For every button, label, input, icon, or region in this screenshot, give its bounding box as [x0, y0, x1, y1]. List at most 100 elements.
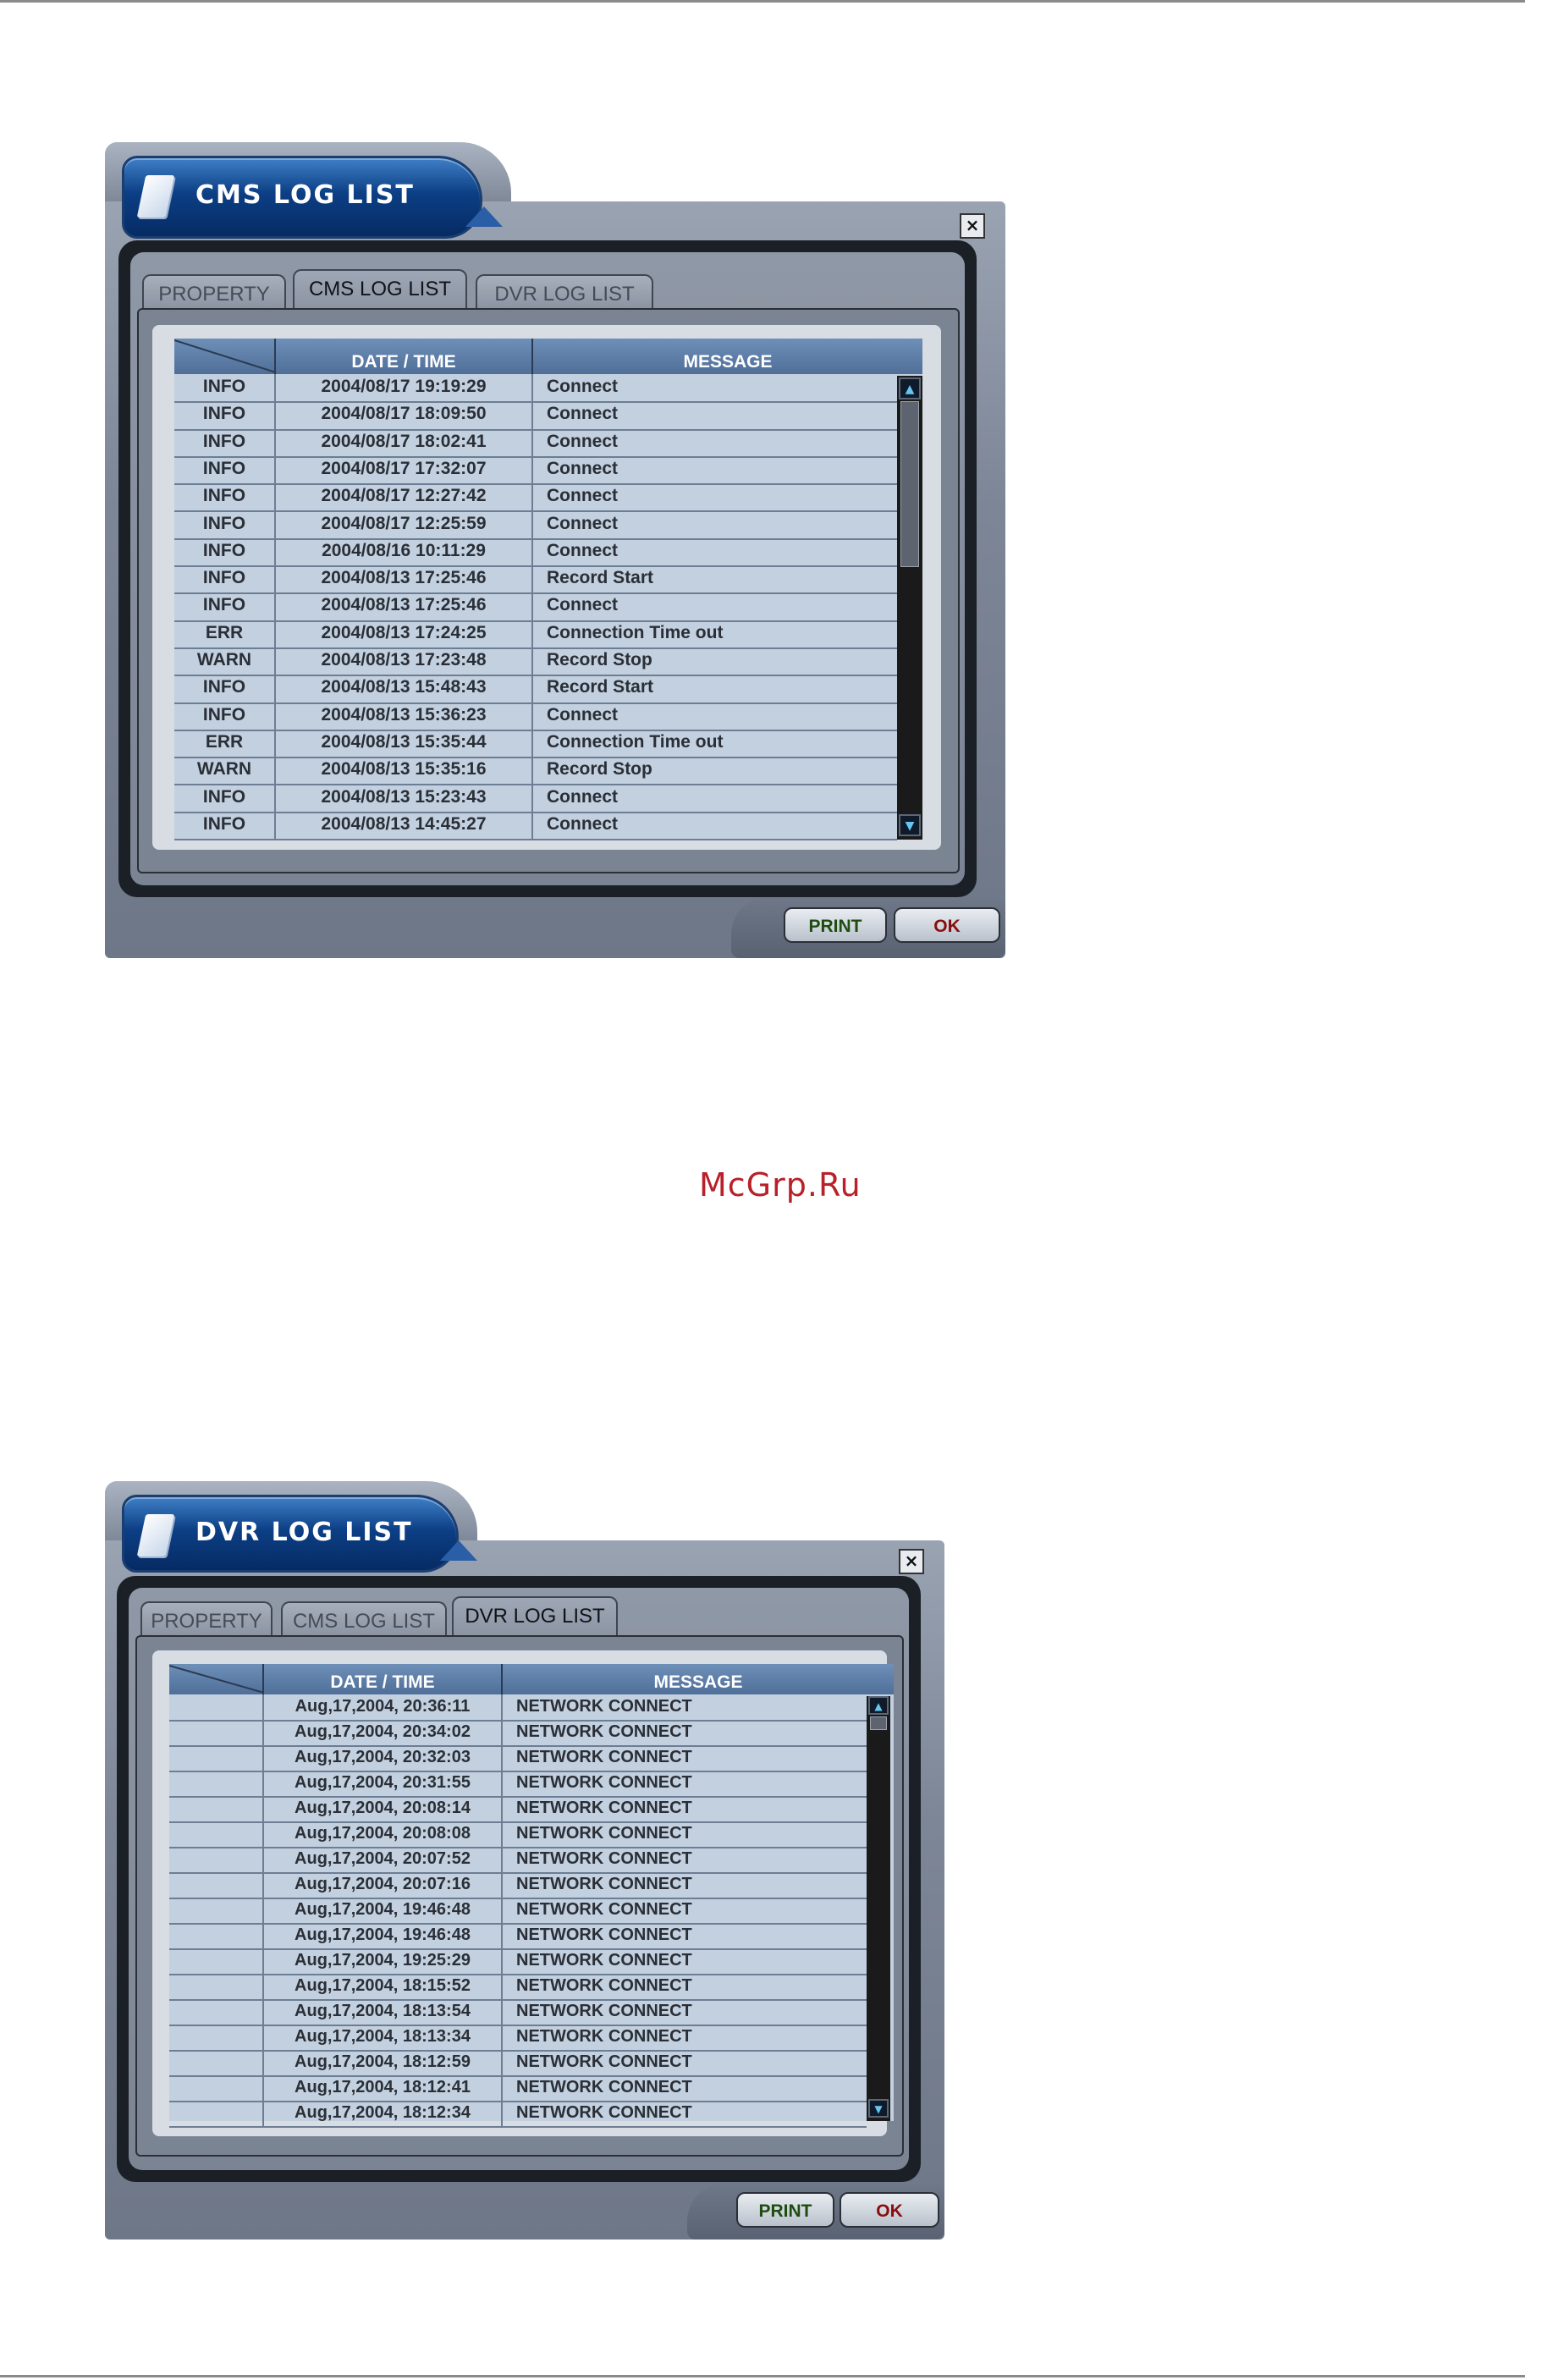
table-row[interactable]: WARN 2004/08/13 17:23:48 Record Stop [174, 647, 897, 677]
table-row[interactable]: INFO 2004/08/13 15:48:43 Record Start [174, 675, 897, 704]
table-row[interactable]: Aug,17,2004, 20:36:11 NETWORK CONNECT [169, 1694, 867, 1722]
table-row[interactable]: ERR 2004/08/13 17:24:25 Connection Time ou… [174, 620, 897, 649]
window-title: DVR LOG LIST [195, 1518, 413, 1547]
table-row[interactable]: Aug,17,2004, 20:07:16 NETWORK CONNECT [169, 1872, 867, 1899]
table-row[interactable]: Aug,17,2004, 18:12:34 NETWORK CONNECT [169, 2101, 867, 2128]
level-cell: INFO [174, 374, 276, 402]
message-cell: Connect [547, 513, 618, 533]
title-arrow-icon [465, 207, 503, 227]
table-row[interactable]: INFO 2004/08/13 15:23:43 Connect [174, 784, 897, 813]
table-row[interactable]: Aug,17,2004, 18:12:41 NETWORK CONNECT [169, 2075, 867, 2102]
table-header: DATE / TIME MESSAGE [174, 339, 922, 374]
table-row[interactable]: INFO 2004/08/13 14:45:27 Connect [174, 811, 897, 841]
message-cell: Connect [547, 431, 618, 451]
level-cell: INFO [174, 455, 276, 484]
scroll-down-button[interactable]: ▼ [899, 814, 921, 836]
message-cell: Connect [547, 595, 618, 615]
table-row[interactable]: Aug,17,2004, 18:15:52 NETWORK CONNECT [169, 1974, 867, 2001]
ok-button[interactable]: OK [894, 907, 1000, 943]
level-cell: ERR [174, 729, 276, 758]
table-row[interactable]: ERR 2004/08/13 15:35:44 Connection Time ou… [174, 729, 897, 759]
datetime-cell: 2004/08/13 17:25:46 [276, 592, 533, 620]
tab-property[interactable]: PROPERTY [140, 1601, 273, 1637]
datetime-cell: Aug,17,2004, 20:07:52 [264, 1847, 503, 1872]
message-cell: NETWORK CONNECT [516, 1976, 692, 1995]
level-cell [169, 1821, 264, 1847]
datetime-cell: Aug,17,2004, 18:12:59 [264, 2050, 503, 2075]
close-button[interactable]: × [899, 1549, 924, 1574]
table-row[interactable]: Aug,17,2004, 20:34:02 NETWORK CONNECT [169, 1720, 867, 1747]
datetime-cell: Aug,17,2004, 18:12:34 [264, 2101, 503, 2126]
table-row[interactable]: INFO 2004/08/17 12:27:42 Connect [174, 483, 897, 513]
log-table: DATE / TIME MESSAGE INFO 2004/08/17 19:19… [174, 339, 922, 841]
tab-dvr-log-list[interactable]: DVR LOG LIST [452, 1596, 618, 1637]
window-title: CMS LOG LIST [195, 180, 415, 210]
message-cell: Connection Time out [547, 731, 724, 752]
message-cell: NETWORK CONNECT [516, 2052, 692, 2071]
tab-dvr-log-list[interactable]: DVR LOG LIST [476, 274, 653, 310]
table-row[interactable]: Aug,17,2004, 20:31:55 NETWORK CONNECT [169, 1771, 867, 1798]
watermark-text: McGrp.Ru [699, 1166, 862, 1204]
level-cell [169, 1847, 264, 1872]
level-cell: INFO [174, 784, 276, 812]
level-cell: INFO [174, 510, 276, 538]
table-row[interactable]: INFO 2004/08/13 17:25:46 Connect [174, 592, 897, 622]
datetime-cell: 2004/08/13 15:36:23 [276, 702, 533, 730]
tab-cms-log-list[interactable]: CMS LOG LIST [293, 269, 467, 310]
print-button[interactable]: PRINT [784, 907, 887, 943]
table-row[interactable]: Aug,17,2004, 20:08:14 NETWORK CONNECT [169, 1796, 867, 1823]
table-row[interactable]: INFO 2004/08/17 17:32:07 Connect [174, 455, 897, 486]
message-cell: Connect [547, 786, 618, 807]
table-row[interactable]: INFO 2004/08/17 19:19:29 Connect [174, 374, 897, 404]
message-cell: NETWORK CONNECT [516, 1849, 692, 1868]
level-cell: INFO [174, 565, 276, 593]
datetime-cell: 2004/08/17 18:02:41 [276, 428, 533, 456]
ok-button[interactable]: OK [840, 2192, 939, 2228]
datetime-cell: Aug,17,2004, 18:12:41 [264, 2075, 503, 2101]
datetime-cell: Aug,17,2004, 20:34:02 [264, 1720, 503, 1745]
scrollbar-thumb[interactable] [900, 401, 919, 567]
print-button[interactable]: PRINT [736, 2192, 834, 2228]
table-row[interactable]: Aug,17,2004, 19:46:48 NETWORK CONNECT [169, 1898, 867, 1925]
message-cell: Connection Time out [547, 622, 724, 642]
table-row[interactable]: Aug,17,2004, 19:46:48 NETWORK CONNECT [169, 1923, 867, 1950]
message-cell: Record Stop [547, 759, 652, 780]
message-cell: NETWORK CONNECT [516, 1875, 692, 1893]
table-row[interactable]: Aug,17,2004, 20:07:52 NETWORK CONNECT [169, 1847, 867, 1874]
datetime-cell: 2004/08/13 17:23:48 [276, 647, 533, 675]
table-row[interactable]: INFO 2004/08/13 15:36:23 Connect [174, 702, 897, 731]
tab-cms-log-list[interactable]: CMS LOG LIST [281, 1601, 447, 1637]
table-row[interactable]: Aug,17,2004, 20:32:03 NETWORK CONNECT [169, 1745, 867, 1772]
datetime-cell: 2004/08/17 12:27:42 [276, 483, 533, 511]
table-row[interactable]: INFO 2004/08/17 18:02:41 Connect [174, 428, 897, 458]
table-row[interactable]: Aug,17,2004, 18:13:34 NETWORK CONNECT [169, 2025, 867, 2052]
table-row[interactable]: Aug,17,2004, 19:25:29 NETWORK CONNECT [169, 1948, 867, 1975]
scrollbar[interactable] [867, 1696, 890, 2121]
close-button[interactable]: × [960, 213, 985, 239]
datetime-cell: 2004/08/17 18:09:50 [276, 401, 533, 429]
datetime-cell: Aug,17,2004, 19:46:48 [264, 1898, 503, 1923]
table-row[interactable]: INFO 2004/08/13 17:25:46 Record Start [174, 565, 897, 595]
tab-property[interactable]: PROPERTY [142, 274, 286, 310]
table-row[interactable]: Aug,17,2004, 18:12:59 NETWORK CONNECT [169, 2050, 867, 2077]
table-row[interactable]: INFO 2004/08/17 18:09:50 Connect [174, 401, 897, 431]
message-cell: Record Start [547, 568, 654, 588]
message-cell: NETWORK CONNECT [516, 1799, 692, 1817]
level-cell [169, 1923, 264, 1948]
scroll-up-button[interactable]: ▲ [868, 1696, 889, 1715]
scroll-down-button[interactable]: ▼ [868, 2099, 889, 2118]
table-row[interactable]: INFO 2004/08/16 10:11:29 Connect [174, 537, 897, 568]
table-row[interactable]: WARN 2004/08/13 15:35:16 Record Stop [174, 757, 897, 786]
table-row[interactable]: INFO 2004/08/17 12:25:59 Connect [174, 510, 897, 540]
message-cell: NETWORK CONNECT [516, 1722, 692, 1741]
message-cell: NETWORK CONNECT [516, 1925, 692, 1944]
table-row[interactable]: Aug,17,2004, 18:13:54 NETWORK CONNECT [169, 1999, 867, 2026]
level-cell: ERR [174, 620, 276, 647]
scroll-up-button[interactable]: ▲ [899, 377, 921, 399]
level-cell: INFO [174, 592, 276, 620]
level-cell [169, 1999, 264, 2025]
header-diagonal [174, 339, 276, 373]
scrollbar-thumb[interactable] [870, 1716, 887, 1730]
table-row[interactable]: Aug,17,2004, 20:08:08 NETWORK CONNECT [169, 1821, 867, 1848]
datetime-cell: Aug,17,2004, 20:31:55 [264, 1771, 503, 1796]
